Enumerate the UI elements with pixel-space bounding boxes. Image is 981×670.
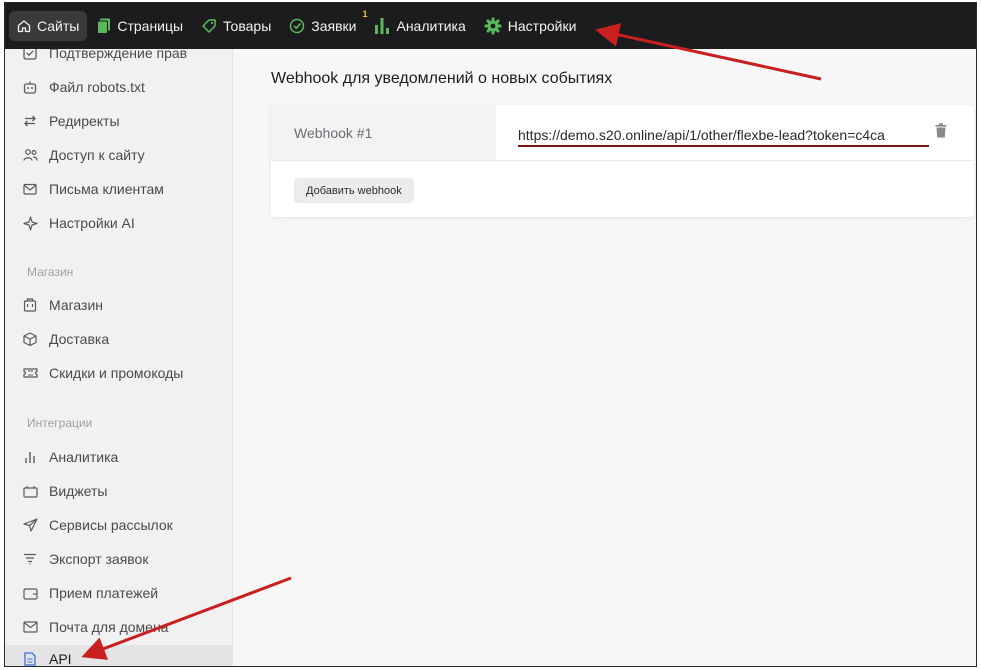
sidebar-item-analytics[interactable]: Аналитика <box>21 444 118 470</box>
sidebar-item-redirects[interactable]: Редиректы <box>21 108 120 134</box>
sidebar-item-label: Скидки и промокоды <box>49 365 184 381</box>
gear-icon <box>484 17 502 35</box>
sidebar-item-domain-mail[interactable]: Почта для домена <box>21 614 168 640</box>
sidebar-item-label: Доступ к сайту <box>49 147 145 163</box>
add-webhook-button[interactable]: Добавить webhook <box>294 178 414 203</box>
home-icon <box>17 19 31 33</box>
wallet-icon <box>21 587 39 600</box>
sidebar-item-label: Файл robots.txt <box>49 79 145 95</box>
sidebar-item-api[interactable]: API <box>5 645 232 667</box>
document-icon <box>21 652 39 666</box>
webhook-label: Webhook #1 <box>294 125 373 141</box>
sidebar-item-robots[interactable]: Файл robots.txt <box>21 74 145 100</box>
webhook-url-input[interactable] <box>518 123 929 147</box>
ticket-icon <box>21 367 39 379</box>
envelope-icon <box>21 621 39 633</box>
shop-icon <box>21 298 39 312</box>
sidebar-item-export[interactable]: Экспорт заявок <box>21 546 148 572</box>
target-icon <box>289 18 305 34</box>
sidebar-item-label: Письма клиентам <box>49 181 164 197</box>
sidebar-item-label: Подтверждение прав <box>49 49 188 61</box>
main-content: Webhook для уведомлений о новых событиях… <box>234 49 976 666</box>
sidebar-item-label: Доставка <box>49 331 110 347</box>
page-title: Webhook для уведомлений о новых событиях <box>271 70 613 87</box>
nav-pages-label: Страницы <box>117 18 184 34</box>
section-header-integrations: Интеграции <box>27 416 93 430</box>
bars-icon <box>21 450 39 464</box>
sidebar-item-label: Настройки AI <box>49 215 135 231</box>
nav-pages[interactable]: Страницы <box>89 11 191 41</box>
url-underline <box>518 145 929 147</box>
send-icon <box>21 518 39 532</box>
widget-icon <box>21 485 39 498</box>
nav-requests[interactable]: Заявки 1 <box>281 9 367 41</box>
section-header-shop: Магазин <box>27 265 74 279</box>
redirect-icon <box>21 114 39 128</box>
sidebar-item-shop[interactable]: Магазин <box>21 292 103 318</box>
nav-requests-label: Заявки <box>311 18 357 34</box>
tag-icon <box>201 18 217 34</box>
sidebar-item-label: Редиректы <box>49 113 120 129</box>
box-icon <box>21 332 39 346</box>
sparkle-icon <box>21 215 39 231</box>
sidebar-item-delivery[interactable]: Доставка <box>21 326 109 352</box>
sidebar-item-label: Почта для домена <box>49 619 169 635</box>
trash-icon[interactable] <box>935 123 947 143</box>
filter-icon <box>21 553 39 565</box>
app-window: Сайты Страницы Товары Заявки 1 Аналитика… <box>4 2 977 667</box>
sidebar-item-label: Сервисы рассылок <box>49 517 173 533</box>
nav-products-label: Товары <box>223 18 272 34</box>
webhook-card: Webhook #1 Добавить webhook <box>271 105 974 217</box>
nav-settings[interactable]: Настройки <box>476 11 585 41</box>
sidebar-item-label: Прием платежей <box>49 585 159 601</box>
top-navigation: Сайты Страницы Товары Заявки 1 Аналитика… <box>5 3 976 49</box>
sidebar-item-label: API <box>49 651 72 667</box>
bar-chart-icon <box>374 17 390 35</box>
sidebar-item-client-emails[interactable]: Письма клиентам <box>21 176 164 202</box>
users-icon <box>21 148 39 162</box>
sidebar-item-label: Экспорт заявок <box>49 551 149 567</box>
pages-icon <box>97 18 111 34</box>
webhook-row: Webhook #1 <box>271 105 974 161</box>
nav-sites-label: Сайты <box>37 18 80 34</box>
sidebar-item-access[interactable]: Доступ к сайту <box>21 142 145 168</box>
nav-analytics-label: Аналитика <box>396 18 466 34</box>
sidebar-item-verification[interactable]: Подтверждение прав <box>21 49 187 66</box>
checkbox-icon <box>21 49 39 60</box>
sidebar-item-label: Аналитика <box>49 449 119 465</box>
webhook-label-cell: Webhook #1 <box>271 105 496 160</box>
sidebar-item-discounts[interactable]: Скидки и промокоды <box>21 360 183 386</box>
nav-sites[interactable]: Сайты <box>9 11 88 41</box>
sidebar-item-label: Магазин <box>49 297 104 313</box>
mail-check-icon <box>21 183 39 196</box>
sidebar-item-label: Виджеты <box>49 483 108 499</box>
nav-products[interactable]: Товары <box>193 11 279 41</box>
sidebar-item-ai-settings[interactable]: Настройки AI <box>21 210 135 236</box>
sidebar-item-payments[interactable]: Прием платежей <box>21 580 158 606</box>
nav-settings-label: Настройки <box>507 18 577 34</box>
robot-icon <box>21 80 39 94</box>
sidebar-item-widgets[interactable]: Виджеты <box>21 478 108 504</box>
nav-analytics[interactable]: Аналитика <box>366 11 473 41</box>
sidebar-item-mailing[interactable]: Сервисы рассылок <box>21 512 173 538</box>
sidebar: Подтверждение прав Файл robots.txt Редир… <box>5 49 233 667</box>
